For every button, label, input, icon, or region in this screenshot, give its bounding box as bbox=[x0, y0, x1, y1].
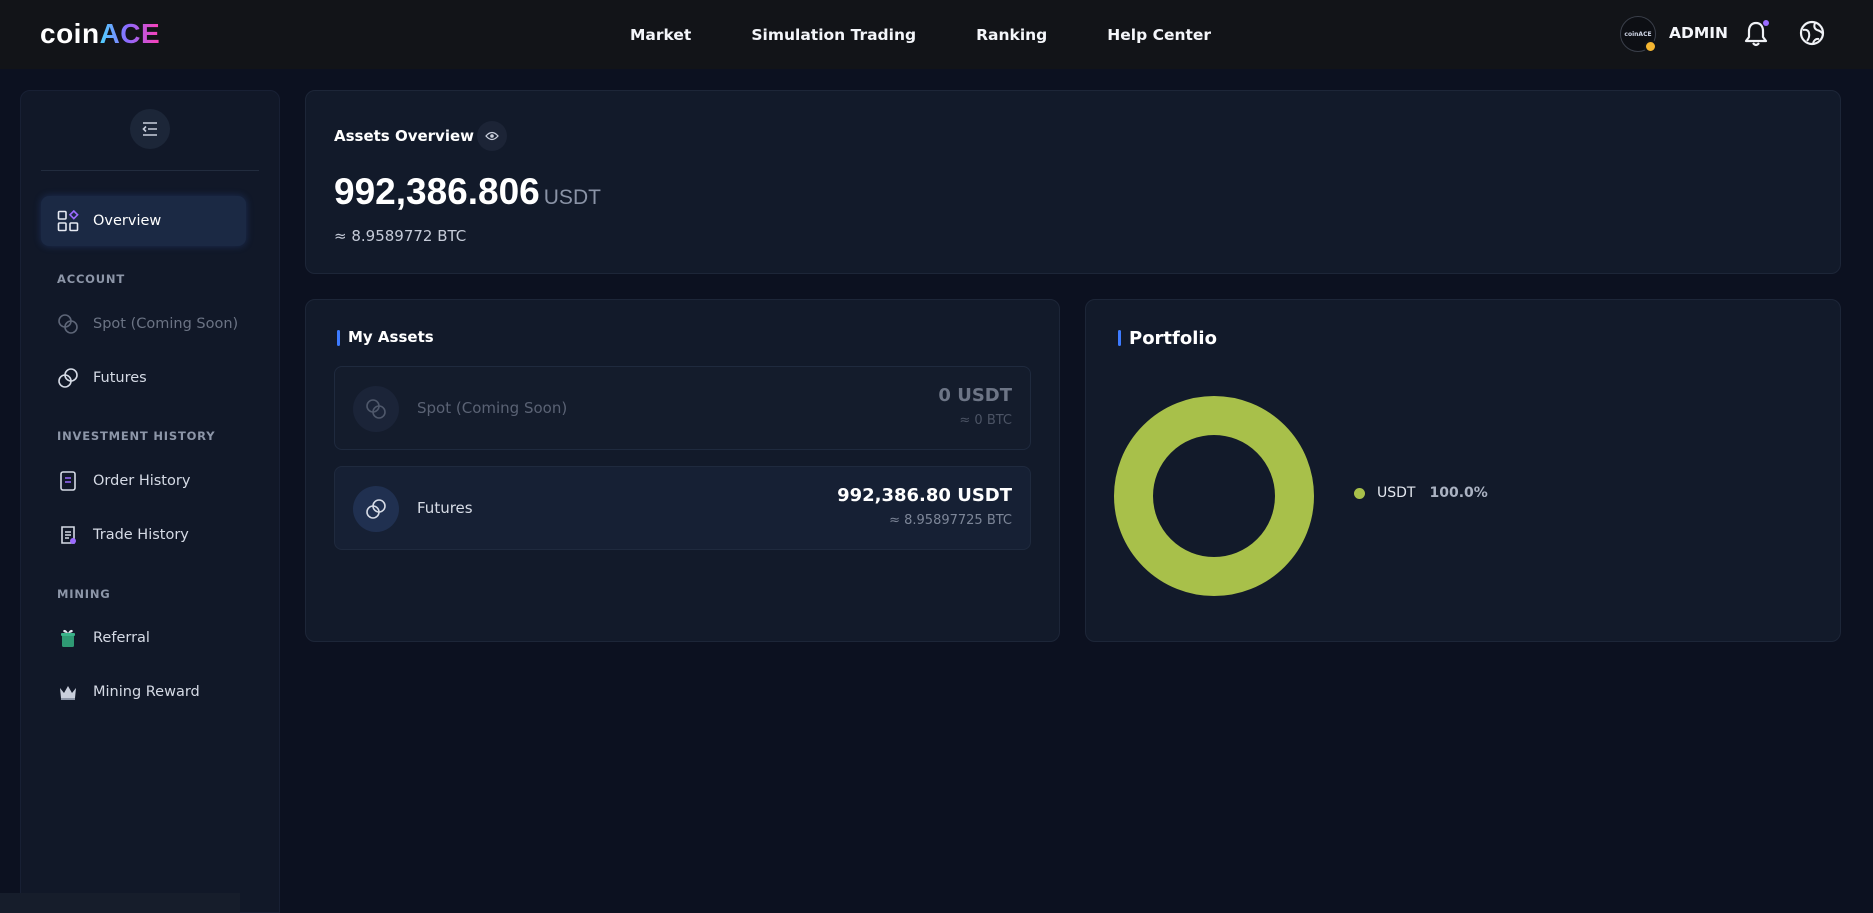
asset-value: 0 USDT bbox=[938, 385, 1012, 406]
nav-market[interactable]: Market bbox=[630, 26, 691, 44]
avatar[interactable]: coinACE bbox=[1620, 16, 1657, 53]
legend-percent: 100.0% bbox=[1429, 485, 1488, 501]
nav-simulation-trading[interactable]: Simulation Trading bbox=[751, 26, 916, 44]
collapse-menu-icon bbox=[142, 122, 157, 136]
balance-btc-equivalent: ≈ 8.9589772 BTC bbox=[334, 227, 467, 245]
my-assets-title: My Assets bbox=[337, 328, 434, 346]
sidebar-divider bbox=[41, 170, 259, 171]
verified-badge-icon bbox=[1644, 40, 1657, 53]
sidebar-item-futures[interactable]: Futures bbox=[41, 353, 246, 403]
notification-bell-icon[interactable] bbox=[1743, 20, 1769, 48]
referral-gift-icon bbox=[57, 627, 79, 649]
assets-overview-card: Assets Overview 992,386.806 USDT ≈ 8.9589… bbox=[305, 90, 1841, 274]
sidebar: Overview ACCOUNT Spot (Coming Soon) Futu… bbox=[20, 90, 280, 913]
asset-value: 992,386.80 USDT bbox=[837, 485, 1012, 506]
coinace-logo[interactable]: coinACE bbox=[40, 18, 160, 50]
sidebar-item-label: Referral bbox=[93, 630, 150, 646]
section-investment-history: INVESTMENT HISTORY bbox=[57, 429, 216, 443]
legend-label: USDT bbox=[1377, 485, 1416, 501]
toggle-visibility-button[interactable] bbox=[477, 121, 507, 151]
asset-name: Spot (Coming Soon) bbox=[417, 399, 568, 417]
my-assets-card: My Assets Spot (Coming Soon) 0 USDT ≈ 0 … bbox=[305, 299, 1060, 642]
nav-ranking[interactable]: Ranking bbox=[976, 26, 1047, 44]
section-mining: MINING bbox=[57, 587, 111, 601]
sidebar-item-referral[interactable]: Referral bbox=[41, 613, 246, 663]
sidebar-item-order-history[interactable]: Order History bbox=[41, 456, 246, 506]
eye-icon bbox=[485, 131, 499, 141]
spot-coins-icon bbox=[353, 386, 399, 432]
portfolio-legend: USDT 100.0% bbox=[1354, 485, 1488, 501]
user-area: coinACE ADMIN bbox=[1593, 0, 1873, 69]
legend-swatch bbox=[1354, 487, 1365, 499]
balance-value: 992,386.806 bbox=[334, 171, 540, 212]
nav-help-center[interactable]: Help Center bbox=[1107, 26, 1211, 44]
main-nav: Market Simulation Trading Ranking Help C… bbox=[630, 0, 1271, 69]
sidebar-item-spot: Spot (Coming Soon) bbox=[41, 299, 246, 349]
trade-history-icon bbox=[57, 524, 79, 546]
mining-reward-crown-icon bbox=[57, 681, 79, 703]
total-balance: 992,386.806 USDT bbox=[334, 171, 601, 213]
asset-row-futures[interactable]: Futures 992,386.80 USDT ≈ 8.95897725 BTC bbox=[334, 466, 1031, 550]
overview-icon bbox=[57, 210, 79, 232]
sidebar-item-label: Spot (Coming Soon) bbox=[93, 316, 239, 332]
asset-btc: ≈ 0 BTC bbox=[959, 413, 1012, 428]
sidebar-item-label: Futures bbox=[93, 370, 147, 386]
sidebar-item-label: Mining Reward bbox=[93, 684, 200, 700]
asset-name: Futures bbox=[417, 499, 473, 517]
sidebar-item-mining-reward[interactable]: Mining Reward bbox=[41, 667, 246, 717]
sidebar-item-label: Overview bbox=[93, 213, 162, 229]
sidebar-collapse-button[interactable] bbox=[130, 109, 170, 149]
sidebar-item-trade-history[interactable]: Trade History bbox=[41, 510, 246, 560]
futures-coins-icon bbox=[353, 486, 399, 532]
section-account: ACCOUNT bbox=[57, 272, 125, 286]
top-navbar: coinACE Market Simulation Trading Rankin… bbox=[0, 0, 1873, 69]
sidebar-item-label: Trade History bbox=[93, 527, 189, 543]
spot-coins-icon bbox=[57, 313, 79, 335]
avatar-text: coinACE bbox=[1624, 30, 1652, 38]
order-history-icon bbox=[57, 470, 79, 492]
donut-slice-usdt bbox=[1114, 396, 1314, 596]
bottom-strip bbox=[0, 893, 240, 913]
asset-row-spot: Spot (Coming Soon) 0 USDT ≈ 0 BTC bbox=[334, 366, 1031, 450]
balance-unit: USDT bbox=[543, 186, 601, 209]
assets-overview-title: Assets Overview bbox=[334, 127, 475, 145]
futures-coins-icon bbox=[57, 367, 79, 389]
sidebar-item-label: Order History bbox=[93, 473, 191, 489]
portfolio-card: Portfolio USDT 100.0% bbox=[1085, 299, 1841, 642]
portfolio-donut-chart bbox=[1114, 396, 1314, 596]
asset-btc: ≈ 8.95897725 BTC bbox=[889, 513, 1012, 528]
language-globe-icon[interactable] bbox=[1799, 20, 1825, 46]
portfolio-title: Portfolio bbox=[1118, 328, 1217, 349]
notification-dot bbox=[1763, 20, 1769, 26]
sidebar-item-overview[interactable]: Overview bbox=[41, 196, 246, 246]
username[interactable]: ADMIN bbox=[1669, 24, 1728, 42]
